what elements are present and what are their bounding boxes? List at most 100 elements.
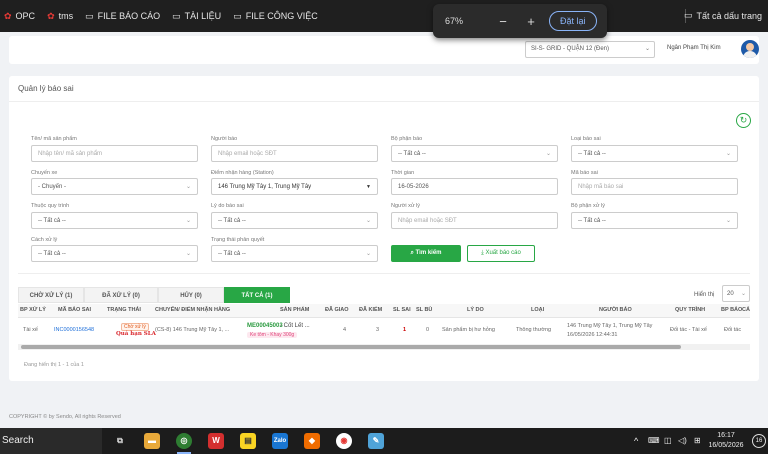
folder-icon: ▭ bbox=[85, 10, 94, 21]
cell-reporter-address: 146 Trung Mỹ Tây 1, Trung Mỹ Tây bbox=[567, 323, 653, 329]
product-input[interactable]: Nhập tên/ mã sản phẩm bbox=[31, 145, 198, 162]
cell-process: Đối tác - Tài xế bbox=[670, 327, 707, 333]
approval-select[interactable]: -- Tất cả -- ⌄ bbox=[211, 245, 378, 262]
column-header: BP XỬ LÝ bbox=[20, 307, 46, 313]
export-button[interactable]: ⤓ Xuất báo cáo bbox=[467, 245, 535, 262]
refresh-icon[interactable]: ↻ bbox=[736, 113, 751, 128]
error-type-select[interactable]: -- Tất cả -- ⌄ bbox=[571, 145, 738, 162]
language-icon[interactable]: ⊞ bbox=[694, 436, 701, 445]
time-input[interactable]: 16-05-2026 bbox=[391, 178, 558, 195]
zoom-popup: 67% − + Đặt lại bbox=[433, 4, 607, 38]
clock[interactable]: 16:17 16/05/2026 bbox=[706, 431, 746, 451]
chevron-up-icon[interactable]: ^ bbox=[634, 436, 638, 446]
scrollbar-thumb[interactable] bbox=[21, 345, 681, 349]
reporter-label: Người báo bbox=[211, 136, 238, 142]
bookmark-opc[interactable]: ✿ OPC bbox=[4, 11, 35, 22]
error-code-input[interactable]: Nhập mã báo sai bbox=[571, 178, 738, 195]
process-label: Thuộc quy trình bbox=[31, 203, 70, 209]
bookmark-tai-lieu[interactable]: ▭ TÀI LIỆU bbox=[172, 11, 221, 22]
avatar[interactable] bbox=[741, 40, 759, 58]
page-size-label: Hiển thị bbox=[694, 292, 715, 298]
report-dept-select[interactable]: -- Tất cả -- ⌄ bbox=[391, 145, 558, 162]
circle-app-icon[interactable]: ◉ bbox=[336, 433, 352, 449]
method-label: Cách xử lý bbox=[31, 237, 58, 243]
keyboard-icon[interactable]: ⌨ bbox=[648, 436, 660, 445]
method-select[interactable]: -- Tất cả -- ⌄ bbox=[31, 245, 198, 262]
process-select[interactable]: -- Tất cả -- ⌄ bbox=[31, 212, 198, 229]
column-header: TRẠNG THÁI bbox=[107, 307, 141, 313]
sticky-notes-icon[interactable]: ▤ bbox=[240, 433, 256, 449]
column-header: QUY TRÌNH bbox=[675, 307, 706, 313]
cell-comp-qty: 0 bbox=[426, 327, 430, 333]
column-header: SL SAI bbox=[393, 307, 411, 313]
column-header: ĐÃ KIỂM bbox=[359, 307, 383, 313]
folder-icon: ▭ bbox=[233, 10, 242, 21]
folder-icon: ▭ bbox=[683, 10, 693, 20]
cell-report-time: 16/05/2026 12:44:31 bbox=[567, 332, 618, 338]
zalo-icon[interactable]: Zalo bbox=[272, 433, 288, 449]
column-header: LÝ DO bbox=[467, 307, 484, 313]
filter-divider bbox=[18, 273, 750, 274]
chevron-down-icon: ⌄ bbox=[185, 184, 191, 190]
tab-all[interactable]: TẤT CẢ (1) bbox=[224, 287, 290, 303]
notification-badge[interactable]: 16 bbox=[752, 434, 766, 448]
main-card: Quản lý báo sai ↻ Tên/ mã sản phẩm Nhập … bbox=[9, 76, 759, 381]
status-badge: Chờ xử lý bbox=[121, 323, 149, 331]
handle-dept-label: Bộ phận xử lý bbox=[571, 203, 605, 209]
handle-dept-select[interactable]: -- Tất cả -- ⌄ bbox=[571, 212, 738, 229]
bookmark-file-cong-viec[interactable]: ▭ FILE CÔNG VIỆC bbox=[233, 11, 318, 22]
route-label: Chuyến xe bbox=[31, 170, 58, 176]
bookmark-file-bao-cao[interactable]: ▭ FILE BÁO CÁO bbox=[85, 11, 160, 22]
column-header: SẢN PHẨM bbox=[280, 307, 310, 313]
cell-checked: 3 bbox=[376, 327, 380, 333]
chevron-down-icon: ⌄ bbox=[644, 46, 650, 52]
station-select[interactable]: 146 Trung Mỹ Tây 1, Trung Mỹ Tây ▼ bbox=[211, 178, 378, 195]
reason-select[interactable]: -- Tất cả -- ⌄ bbox=[211, 212, 378, 229]
error-code-label: Mã báo sai bbox=[571, 170, 598, 176]
task-view-icon[interactable]: ⧉ bbox=[112, 433, 128, 449]
chrome-icon[interactable]: ◎ bbox=[176, 433, 192, 449]
cell-error-code-link[interactable]: INC0000156548 bbox=[54, 327, 94, 333]
notepad-icon[interactable]: ✎ bbox=[368, 433, 384, 449]
user-name: Ngân Phạm Thị Kim bbox=[667, 45, 721, 51]
column-header: MÃ BÁO SAI bbox=[58, 307, 91, 313]
chevron-down-icon: ⌄ bbox=[185, 251, 191, 257]
zoom-in-button[interactable]: + bbox=[521, 14, 541, 29]
app-icon[interactable]: ◆ bbox=[304, 433, 320, 449]
clock-date: 16/05/2026 bbox=[708, 442, 744, 449]
cell-reason: Sản phẩm bị hư hỏng bbox=[442, 327, 495, 333]
tab-cancelled[interactable]: HỦY (0) bbox=[158, 287, 224, 303]
column-header: SL BÙ bbox=[416, 307, 433, 313]
cell-type: Thông thường bbox=[516, 327, 552, 333]
zoom-level: 67% bbox=[445, 16, 464, 26]
chevron-down-icon: ⌄ bbox=[725, 218, 731, 224]
chevron-down-icon: ⌄ bbox=[740, 291, 746, 297]
route-select[interactable]: - Chuyến - ⌄ bbox=[31, 178, 198, 195]
bookmark-tms[interactable]: ✿ tms bbox=[47, 11, 73, 22]
report-dept-label: Bộ phận báo bbox=[391, 136, 423, 142]
tab-pending[interactable]: CHỜ XỬ LÝ (1) bbox=[18, 287, 84, 303]
branch-select[interactable]: SI-S- GRID - QUẬN 12 (Đen) ⌄ bbox=[525, 41, 655, 58]
file-explorer-icon[interactable]: ▬ bbox=[144, 433, 160, 449]
handler-input[interactable]: Nhập email hoặc SĐT bbox=[391, 212, 558, 229]
cell-handle-dept: Tài xế bbox=[23, 327, 38, 333]
cell-route: (CS-8) 146 Trung Mỹ Tây 1, ... bbox=[155, 327, 230, 333]
taskbar-search[interactable]: Search bbox=[0, 428, 102, 454]
caret-down-icon: ▼ bbox=[366, 184, 371, 190]
tab-processed[interactable]: ĐÃ XỬ LÝ (0) bbox=[84, 287, 158, 303]
volume-icon[interactable]: ◁) bbox=[678, 436, 687, 445]
station-label: Điểm nhận hàng (Station) bbox=[211, 170, 274, 176]
zoom-out-button[interactable]: − bbox=[493, 14, 513, 29]
status-tabs: CHỜ XỬ LÝ (1) ĐÃ XỬ LÝ (0) HỦY (0) TẤT C… bbox=[18, 287, 290, 303]
all-bookmarks[interactable]: ▭ Tất cả dấu trang bbox=[684, 10, 762, 21]
table-row[interactable]: Tài xế INC0000156548 Chờ xử lý Quá hạn S… bbox=[18, 319, 750, 343]
handler-label: Người xử lý bbox=[391, 203, 421, 209]
column-header: BP BÁO bbox=[721, 307, 743, 313]
search-button[interactable]: ⌕ Tìm kiếm bbox=[391, 245, 461, 262]
wps-icon[interactable]: W bbox=[208, 433, 224, 449]
reporter-input[interactable]: Nhập email hoặc SĐT bbox=[211, 145, 378, 162]
zoom-reset-button[interactable]: Đặt lại bbox=[549, 11, 597, 31]
network-icon[interactable]: ◫ bbox=[664, 436, 672, 445]
page-size-select[interactable]: 20 ⌄ bbox=[722, 285, 750, 302]
cell-delivered: 4 bbox=[343, 327, 347, 333]
